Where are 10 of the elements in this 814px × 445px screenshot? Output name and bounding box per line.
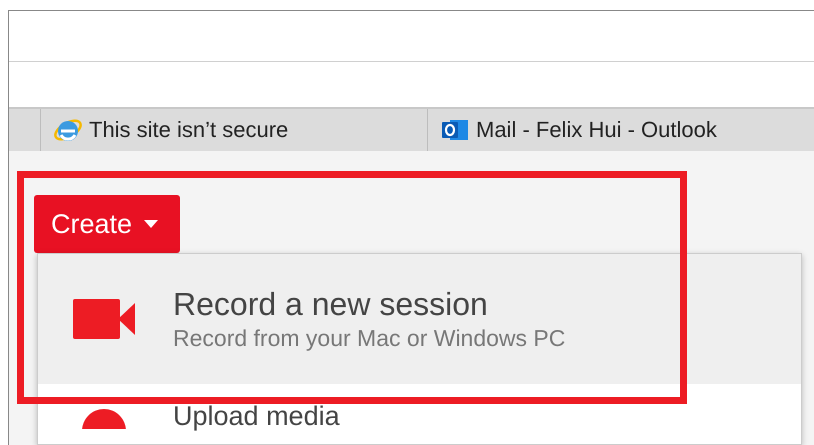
- tab-title: Mail - Felix Hui - Outlook: [476, 116, 717, 143]
- video-camera-icon: [73, 299, 135, 339]
- menu-item[interactable]: Upload media: [38, 384, 801, 444]
- create-button[interactable]: Create: [34, 195, 180, 253]
- menu-item-title: Record a new session: [173, 285, 489, 323]
- menu-item[interactable]: Record a new session Record from your Mac or Windows PC: [38, 254, 801, 384]
- tab-title: This site isn’t secure: [89, 116, 288, 143]
- caret-icon: [144, 220, 158, 228]
- menu-item-title: Upload media: [173, 403, 340, 429]
- menu-item-subtitle: Record from your Mac or Windows PC: [173, 324, 566, 353]
